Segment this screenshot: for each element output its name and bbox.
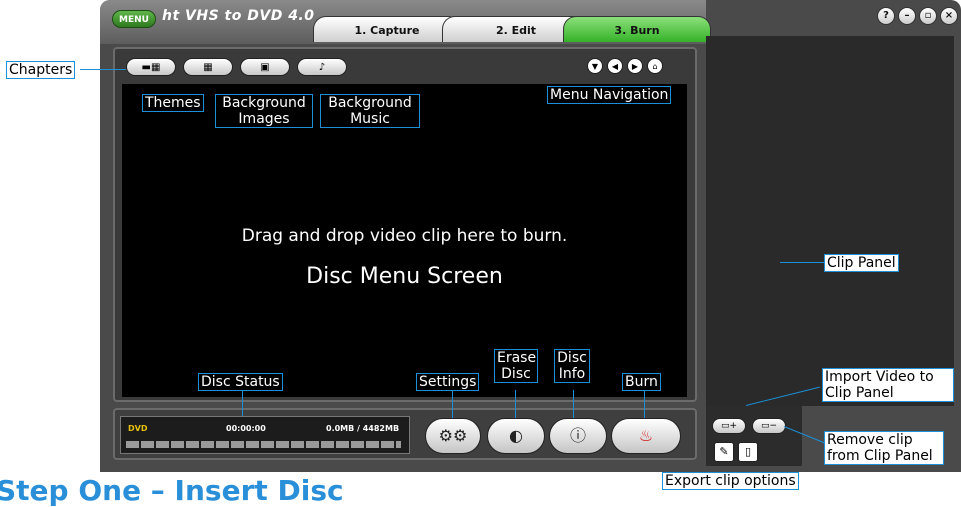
burn-button[interactable]: ♨ [611, 418, 681, 454]
drag-drop-hint: Drag and drop video clip here to burn. [241, 226, 568, 246]
flame-icon: ♨ [638, 426, 654, 445]
disc-capacity: 0.0MB / 4482MB [326, 424, 400, 433]
arrow-left-icon[interactable]: ◀ [607, 58, 623, 74]
leader-line [573, 390, 574, 418]
erase-disc-icon: ◐ [509, 426, 523, 445]
disc-info-button[interactable]: ⓘ [549, 418, 607, 454]
music-note-icon: ♪ [318, 62, 326, 73]
maximize-icon[interactable]: ▫ [919, 7, 937, 25]
remove-clip-icon: ▭− [760, 421, 778, 431]
leader-line [644, 390, 645, 418]
disc-info-icon: ⓘ [569, 426, 586, 445]
pencil-icon: ✎ [719, 445, 729, 458]
disc-status-box [120, 416, 410, 454]
clip-panel[interactable] [706, 36, 954, 406]
leader-line [80, 69, 126, 70]
image-icon: ▣ [260, 62, 270, 73]
home-icon[interactable]: ⌂ [647, 58, 663, 74]
annotation-remove-clip: Remove clip from Clip Panel [824, 431, 944, 465]
annotation-import-video: Import Video to Clip Panel [822, 368, 954, 402]
import-clip-icon: ▭+ [720, 421, 738, 431]
export-clip-button[interactable]: ▯ [738, 442, 758, 462]
gear-icon: ⚙⚙ [438, 426, 468, 445]
annotation-settings: Settings [416, 373, 480, 391]
themes-icon: ▦ [203, 62, 213, 73]
background-images-button[interactable]: ▣ [240, 58, 290, 76]
leader-line [452, 390, 453, 418]
close-icon[interactable]: × [940, 7, 958, 25]
arrow-down-icon[interactable]: ▼ [587, 58, 603, 74]
leader-line [780, 262, 824, 263]
annotation-export-options: Export clip options [662, 472, 799, 490]
annotation-erase-disc: Erase Disc [494, 349, 538, 383]
export-icon: ▯ [744, 445, 752, 458]
edit-clip-button[interactable]: ✎ [714, 442, 734, 462]
disc-type: DVD [128, 424, 148, 433]
disc-menu-screen-label: Disc Menu Screen [306, 264, 503, 289]
annotation-themes: Themes [142, 94, 204, 112]
themes-button[interactable]: ▦ [183, 58, 233, 76]
annotation-disc-info: Disc Info [554, 349, 590, 383]
arrow-right-icon[interactable]: ▶ [627, 58, 643, 74]
disc-usage-bar [126, 441, 401, 448]
background-music-button[interactable]: ♪ [297, 58, 347, 76]
chapters-button[interactable]: ▬▦ [126, 58, 176, 76]
menu-button[interactable]: MENU [112, 10, 156, 28]
logo-text: VHS to DVD 4.0 [185, 8, 315, 24]
settings-button[interactable]: ⚙⚙ [425, 418, 481, 454]
disc-duration: 00:00:00 [226, 424, 266, 433]
annotation-burn: Burn [622, 373, 661, 391]
annotation-background-music: Background Music [320, 94, 420, 128]
leader-line [242, 390, 243, 416]
minimize-icon[interactable]: – [898, 7, 916, 25]
erase-disc-button[interactable]: ◐ [487, 418, 545, 454]
annotation-background-images: Background Images [215, 94, 313, 128]
help-icon[interactable]: ? [877, 7, 895, 25]
tab-burn[interactable]: 3. Burn [563, 16, 711, 42]
app-logo: ht VHS to DVD 4.0 [162, 8, 315, 24]
annotation-disc-status: Disc Status [198, 373, 283, 391]
annotation-clip-panel: Clip Panel [824, 254, 899, 272]
remove-clip-button[interactable]: ▭− [752, 418, 786, 434]
logo-prefix: ht [162, 8, 180, 24]
leader-line [515, 390, 516, 418]
annotation-chapters: Chapters [6, 61, 76, 79]
import-clip-button[interactable]: ▭+ [712, 418, 746, 434]
tab-capture[interactable]: 1. Capture [313, 16, 461, 42]
chapters-icon: ▬▦ [141, 62, 161, 73]
annotation-menu-navigation: Menu Navigation [547, 86, 672, 104]
